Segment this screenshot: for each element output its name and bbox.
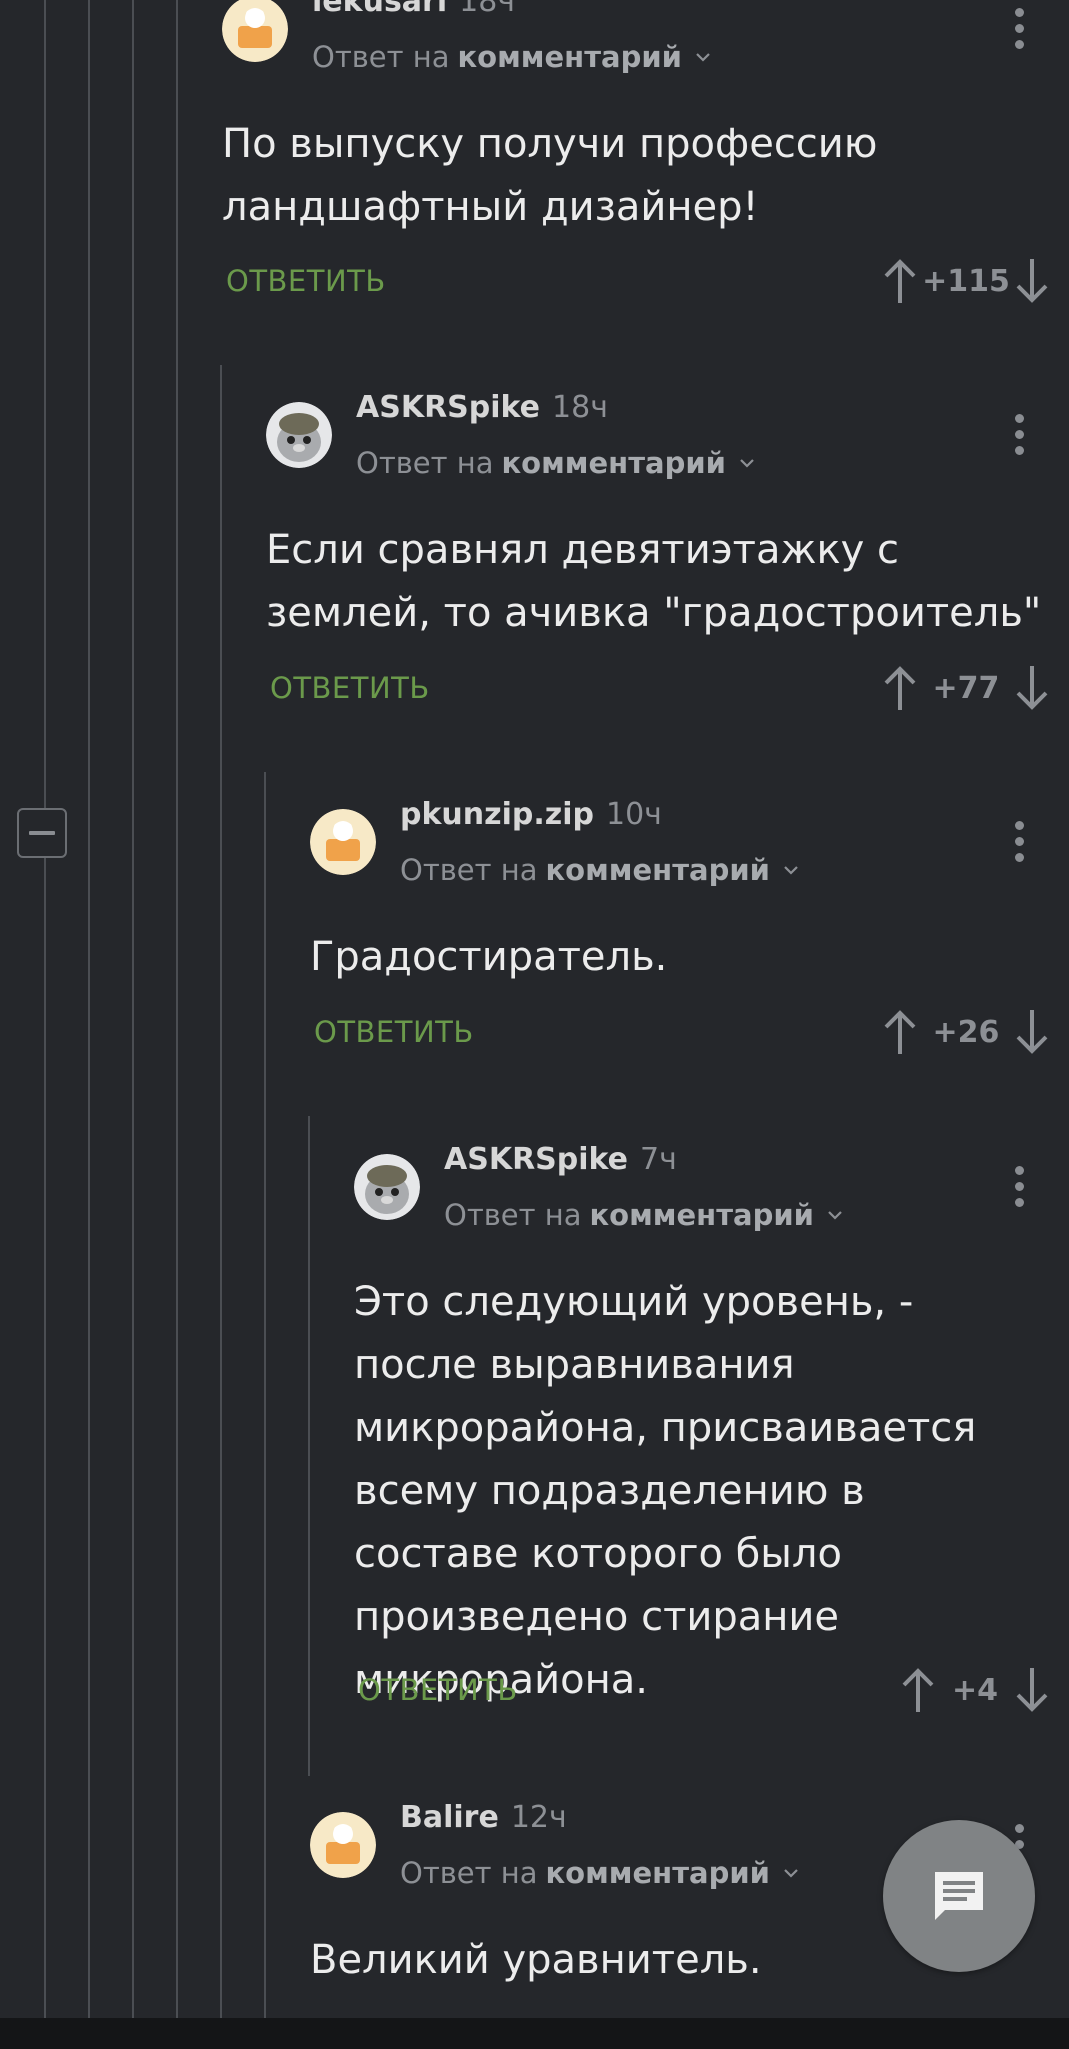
vote-controls: +115 bbox=[832, 257, 1050, 305]
bottom-bar bbox=[0, 2018, 1069, 2049]
thread-line bbox=[220, 365, 222, 2018]
thread-line bbox=[88, 0, 90, 2018]
reply-button[interactable]: ОТВЕТИТЬ bbox=[226, 264, 386, 298]
avatar[interactable] bbox=[222, 0, 288, 62]
chevron-down-icon bbox=[784, 1869, 798, 1878]
vote-score: +115 bbox=[922, 263, 1010, 299]
vote-controls: +77 bbox=[832, 664, 1050, 712]
vote-controls: +26 bbox=[832, 1008, 1050, 1056]
arrow-down-icon[interactable] bbox=[1014, 1666, 1050, 1714]
more-vertical-icon[interactable] bbox=[1013, 8, 1025, 49]
comment-author[interactable]: ASKRSpike 18ч bbox=[356, 390, 608, 425]
reply-to-link[interactable]: Ответ на комментарий bbox=[312, 40, 712, 74]
reply-to-link[interactable]: Ответ на комментарий bbox=[444, 1198, 844, 1232]
arrow-up-icon[interactable] bbox=[882, 664, 918, 712]
chevron-down-icon bbox=[784, 866, 798, 875]
comment-icon bbox=[935, 1872, 983, 1920]
comment: pkunzip.zip 10ч Ответ на комментарий Градо… bbox=[310, 787, 1052, 1087]
more-vertical-icon[interactable] bbox=[1013, 821, 1025, 862]
comment-text: Это следующий уровень, - после выравнива… bbox=[354, 1279, 977, 1703]
comment-author[interactable]: lekusari 18ч bbox=[312, 0, 515, 19]
comment-time: 12ч bbox=[510, 1800, 567, 1835]
thread-line bbox=[132, 0, 134, 2018]
reply-to-link[interactable]: Ответ на комментарий bbox=[356, 446, 756, 480]
thread-line bbox=[176, 0, 178, 2018]
vote-score: +26 bbox=[932, 1014, 1000, 1050]
comment: lekusari 18ч Ответ на комментарий По выпус… bbox=[222, 0, 1052, 320]
collapse-thread-button[interactable] bbox=[17, 808, 67, 858]
arrow-up-icon[interactable] bbox=[900, 1666, 936, 1714]
comment-time: 10ч bbox=[605, 797, 662, 832]
new-comment-fab[interactable] bbox=[883, 1820, 1035, 1972]
comment-text: Если сравнял девятиэтажку с землей, то а… bbox=[266, 527, 1042, 636]
comment-text: Градостиратель. bbox=[310, 934, 668, 980]
vote-controls: +4 bbox=[850, 1666, 1050, 1714]
more-vertical-icon[interactable] bbox=[1013, 1166, 1025, 1207]
comment-time: 18ч bbox=[552, 390, 608, 425]
arrow-up-icon[interactable] bbox=[882, 257, 918, 305]
reply-button[interactable]: ОТВЕТИТЬ bbox=[314, 1015, 474, 1049]
thread-line bbox=[44, 0, 46, 2018]
avatar[interactable] bbox=[266, 402, 332, 468]
avatar[interactable] bbox=[354, 1154, 420, 1220]
comment-text: По выпуску получи профессию ландшафтный … bbox=[222, 121, 878, 230]
arrow-down-icon[interactable] bbox=[1014, 257, 1050, 305]
comment-time: 18ч bbox=[459, 0, 516, 19]
vote-score: +4 bbox=[951, 1672, 998, 1708]
reply-to-link[interactable]: Ответ на комментарий bbox=[400, 1856, 800, 1890]
thread-line bbox=[264, 772, 266, 2018]
comment-author[interactable]: Balire 12ч bbox=[400, 1800, 567, 1835]
more-vertical-icon[interactable] bbox=[1013, 414, 1025, 455]
comment-author[interactable]: ASKRSpike 7ч bbox=[444, 1142, 677, 1177]
reply-to-link[interactable]: Ответ на комментарий bbox=[400, 853, 800, 887]
reply-button[interactable]: ОТВЕТИТЬ bbox=[358, 1673, 518, 1707]
avatar[interactable] bbox=[310, 809, 376, 875]
thread-line bbox=[308, 1116, 310, 1776]
arrow-down-icon[interactable] bbox=[1014, 664, 1050, 712]
minus-square-icon bbox=[29, 831, 55, 835]
comment-time: 7ч bbox=[640, 1142, 677, 1177]
arrow-up-icon[interactable] bbox=[882, 1008, 918, 1056]
chevron-down-icon bbox=[696, 53, 710, 62]
chevron-down-icon bbox=[828, 1211, 842, 1220]
comment: ASKRSpike 18ч Ответ на комментарий Если ср… bbox=[266, 380, 1052, 720]
comment-author[interactable]: pkunzip.zip 10ч bbox=[400, 797, 662, 832]
arrow-down-icon[interactable] bbox=[1014, 1008, 1050, 1056]
comment: ASKRSpike 7ч Ответ на комментарий Это след… bbox=[354, 1132, 1052, 1732]
vote-score: +77 bbox=[932, 670, 1000, 706]
reply-button[interactable]: ОТВЕТИТЬ bbox=[270, 671, 430, 705]
avatar[interactable] bbox=[310, 1812, 376, 1878]
chevron-down-icon bbox=[740, 459, 754, 468]
